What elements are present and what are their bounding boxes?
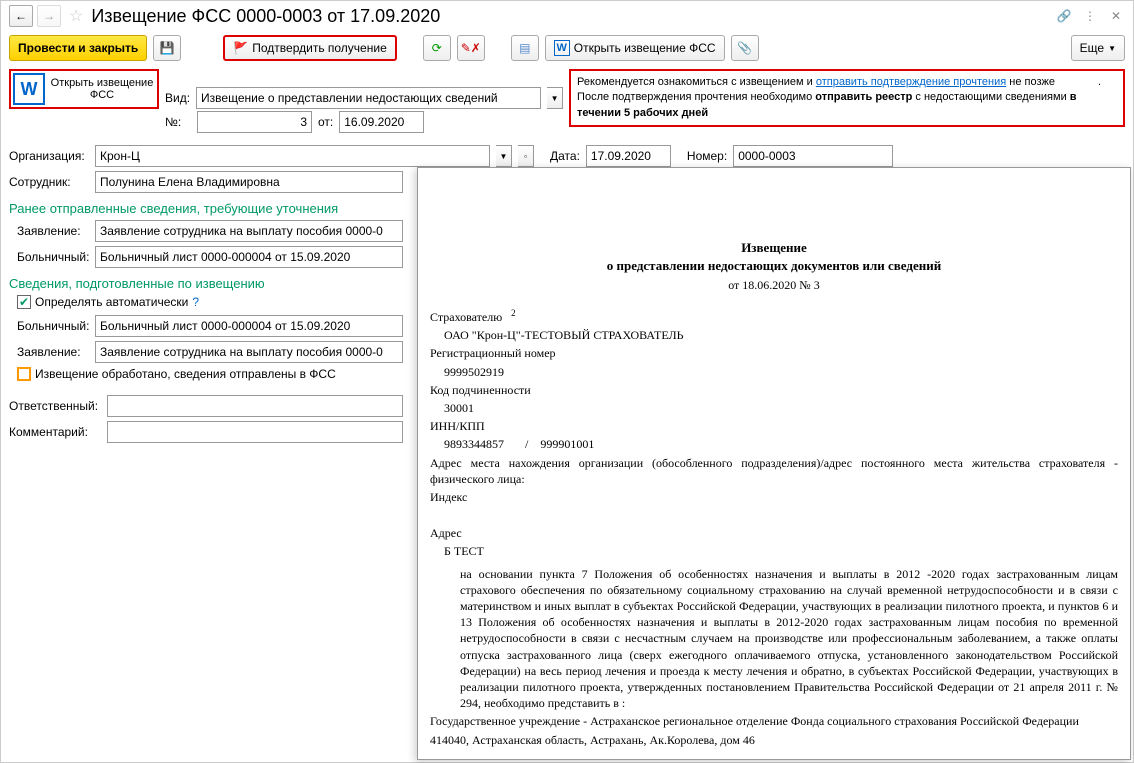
processed-label: Извещение обработано, сведения отправлен… <box>35 367 336 381</box>
favorite-star-icon[interactable]: ☆ <box>69 6 83 26</box>
link-icon[interactable]: 🔗 <box>1055 7 1073 25</box>
org-label: Организация: <box>9 149 89 163</box>
s2-sick-input[interactable] <box>95 315 403 337</box>
number-label: Номер: <box>687 149 727 163</box>
s2-app-label: Заявление: <box>9 345 89 359</box>
post-and-close-button[interactable]: Провести и закрыть <box>9 35 147 61</box>
resp-input[interactable] <box>107 395 403 417</box>
refresh-icon: ⟳ <box>432 41 442 55</box>
comment-label: Комментарий: <box>9 425 101 439</box>
s2-sick-label: Больничный: <box>9 319 89 333</box>
open-fss-button[interactable]: W Открыть извещение ФСС <box>545 35 725 61</box>
vid-dropdown-button[interactable]: ▼ <box>547 87 563 109</box>
attach-button[interactable]: 📎 <box>731 35 759 61</box>
processed-checkbox[interactable] <box>17 367 31 381</box>
number-input[interactable] <box>733 145 893 167</box>
date-input[interactable] <box>586 145 671 167</box>
recommendation-box: Рекомендуется ознакомиться с извещением … <box>569 69 1125 127</box>
save-icon: 💾 <box>160 41 175 55</box>
vid-label: Вид: <box>165 91 190 105</box>
edit-cancel-button[interactable]: ✎✗ <box>457 35 485 61</box>
kebab-icon[interactable]: ⋮ <box>1081 7 1099 25</box>
close-icon[interactable]: ✕ <box>1107 7 1125 25</box>
nav-forward-button[interactable]: → <box>37 5 61 27</box>
doc-date: от 18.06.2020 № 3 <box>430 278 1118 293</box>
chevron-down-icon: ▼ <box>1108 44 1116 53</box>
s1-sick-label: Больничный: <box>9 250 89 264</box>
doc-subtitle: о представлении недостающих документов и… <box>430 258 1118 274</box>
word-large-icon: W <box>13 73 45 105</box>
s1-sick-input[interactable] <box>95 246 403 268</box>
s2-app-input[interactable] <box>95 341 403 363</box>
more-button[interactable]: Еще ▼ <box>1071 35 1125 61</box>
num-input[interactable] <box>197 111 312 133</box>
save-button[interactable]: 💾 <box>153 35 181 61</box>
s1-app-label: Заявление: <box>9 224 89 238</box>
flag-icon: 🚩 <box>233 41 248 55</box>
auto-checkbox[interactable]: ✔ <box>17 295 31 309</box>
emp-input[interactable] <box>95 171 403 193</box>
nav-back-button[interactable]: ← <box>9 5 33 27</box>
org-input[interactable] <box>95 145 490 167</box>
send-confirm-link[interactable]: отправить подтверждение прочтения <box>816 76 1006 88</box>
help-icon[interactable]: ? <box>192 295 199 309</box>
num-label: №: <box>165 115 191 129</box>
doc-title: Извещение <box>430 240 1118 256</box>
window-title: Извещение ФСС 0000-0003 от 17.09.2020 <box>91 6 1051 27</box>
ot-label: от: <box>318 115 333 129</box>
paperclip-icon: 📎 <box>737 41 752 55</box>
pencil-cross-icon: ✎✗ <box>461 41 481 55</box>
resp-label: Ответственный: <box>9 399 101 413</box>
s1-app-input[interactable] <box>95 220 403 242</box>
emp-label: Сотрудник: <box>9 175 89 189</box>
word-icon: W <box>554 40 570 56</box>
date-label: Дата: <box>550 149 580 163</box>
document-icon: ▤ <box>519 41 530 55</box>
open-fss-label: Открыть извещение ФСС <box>49 77 155 101</box>
org-open[interactable]: ▫ <box>518 145 534 167</box>
document-preview: Извещение о представлении недостающих до… <box>417 167 1131 760</box>
ot-date-input[interactable] <box>339 111 424 133</box>
doc-button[interactable]: ▤ <box>511 35 539 61</box>
org-dropdown[interactable]: ▼ <box>496 145 512 167</box>
auto-label: Определять автоматически <box>35 295 188 309</box>
confirm-receipt-button[interactable]: 🚩 Подтвердить получение <box>223 35 396 61</box>
comment-input[interactable] <box>107 421 403 443</box>
refresh-button[interactable]: ⟳ <box>423 35 451 61</box>
vid-input[interactable] <box>196 87 541 109</box>
open-fss-block[interactable]: W Открыть извещение ФСС <box>9 69 159 109</box>
